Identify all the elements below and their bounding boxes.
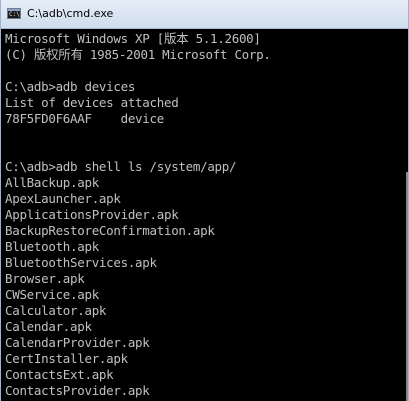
console-line: Bluetooth.apk (5, 239, 99, 254)
cmd-window: C:\ C:\adb\cmd.exe Microsoft Windows XP … (0, 0, 409, 401)
cmd-console-icon[interactable]: C:\ (7, 8, 21, 19)
console-line: BluetoothServices.apk (5, 255, 157, 270)
console-line: ApexLauncher.apk (5, 191, 121, 206)
console-line: CWService.apk (5, 287, 99, 302)
console-line: ContactsExt.apk (5, 367, 114, 382)
console-icon-glyph: C:\ (9, 11, 20, 18)
console-line: BackupRestoreConfirmation.apk (5, 223, 215, 238)
console-line: Calendar.apk (5, 319, 92, 334)
console-lines: Microsoft Windows XP [版本 5.1.2600] (C) 版权… (5, 31, 271, 399)
console-line: C:\adb>adb devices (5, 79, 136, 94)
console-line: AllBackup.apk (5, 175, 99, 190)
console-line: List of devices attached (5, 95, 179, 110)
console-line: CalendarProvider.apk (5, 335, 150, 350)
console-output[interactable]: Microsoft Windows XP [版本 5.1.2600] (C) 版权… (1, 29, 408, 401)
console-line: (C) 版权所有 1985-2001 Microsoft Corp. (5, 47, 271, 62)
console-line: CertInstaller.apk (5, 351, 128, 366)
window-title: C:\adb\cmd.exe (27, 7, 114, 20)
console-line: ApplicationsProvider.apk (5, 207, 179, 222)
console-line: C:\adb>adb shell ls /system/app/ (5, 159, 237, 174)
console-line: Microsoft Windows XP [版本 5.1.2600] (5, 31, 261, 46)
title-bar[interactable]: C:\ C:\adb\cmd.exe (1, 0, 408, 29)
console-line: Calculator.apk (5, 303, 107, 318)
console-line: ContactsProvider.apk (5, 383, 150, 398)
scrollbar-edge[interactable] (406, 172, 408, 401)
console-line: 78F5FD0F6AAF device (5, 111, 164, 126)
console-line: Browser.apk (5, 271, 85, 286)
